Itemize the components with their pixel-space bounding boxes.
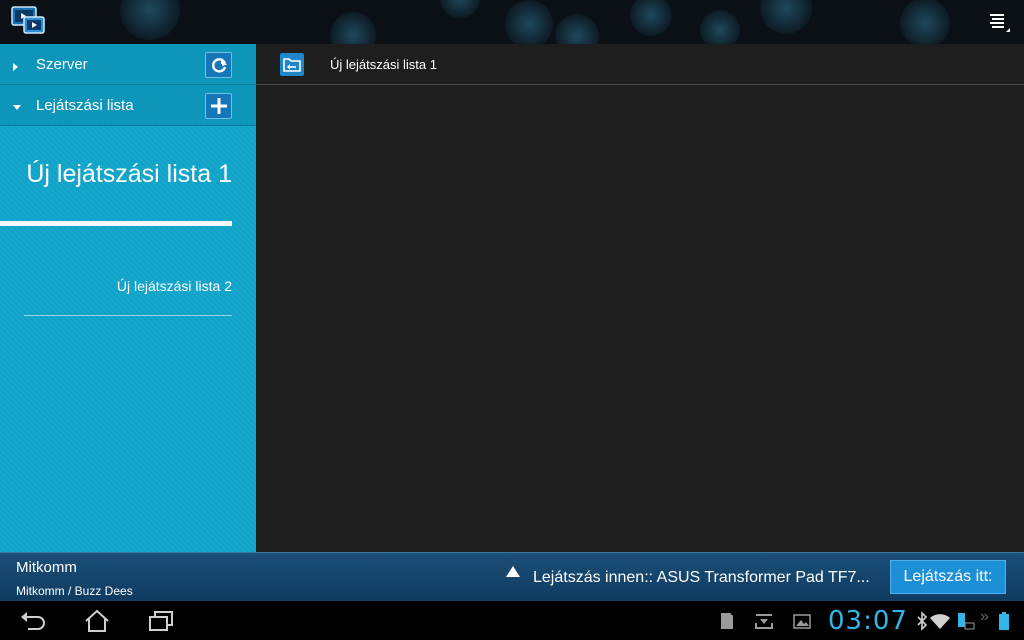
- system-bar: 03:07 »: [0, 601, 1024, 640]
- sidebar-section-label: Szerver: [36, 56, 88, 73]
- background-bokeh: [555, 14, 599, 44]
- playlist-item-label: Új lejátszási lista 2: [116, 278, 232, 294]
- now-playing-artist: Mitkomm / Buzz Dees: [16, 584, 133, 598]
- divider: [24, 315, 232, 316]
- playlist-item-label: Új lejátszási lista 1: [26, 160, 232, 188]
- chevron-right-icon: »: [980, 608, 989, 625]
- playlist-item[interactable]: Új lejátszási lista 2: [24, 266, 232, 316]
- page-title: Új lejátszási lista 1: [330, 57, 437, 72]
- playlist-item-selected[interactable]: Új lejátszási lista 1: [0, 154, 232, 226]
- background-bokeh: [700, 10, 740, 44]
- bluetooth-icon: [916, 611, 928, 631]
- overflow-menu-icon[interactable]: [986, 10, 1012, 34]
- refresh-icon[interactable]: [205, 52, 232, 78]
- back-icon[interactable]: [18, 608, 48, 634]
- play-source-label[interactable]: Lejátszás innen:: ASUS Transformer Pad T…: [533, 569, 870, 587]
- sd-card-icon: [716, 611, 736, 631]
- clock: 03:07: [828, 606, 908, 636]
- sidebar: Szerver Lejátszási lista Új lejátszási l…: [0, 44, 256, 552]
- play-to-button[interactable]: Lejátszás itt:: [890, 560, 1006, 594]
- sidebar-section-server[interactable]: Szerver: [0, 44, 256, 85]
- background-bokeh: [630, 0, 672, 36]
- background-bokeh: [120, 0, 180, 40]
- battery-icon: [998, 611, 1010, 631]
- download-icon: [754, 611, 774, 631]
- image-icon: [792, 611, 812, 631]
- media-player-icon[interactable]: [10, 5, 46, 37]
- add-icon[interactable]: [205, 93, 232, 119]
- expand-up-icon[interactable]: [505, 565, 521, 578]
- home-icon[interactable]: [82, 608, 112, 634]
- main-content: Új lejátszási lista 1: [256, 44, 1024, 552]
- sidebar-section-label: Lejátszási lista: [36, 97, 134, 114]
- background-bokeh: [505, 0, 553, 44]
- background-bokeh: [330, 12, 376, 44]
- background-bokeh: [440, 0, 480, 18]
- background-bokeh: [760, 0, 812, 34]
- now-playing-bar: Mitkomm Mitkomm / Buzz Dees Lejátszás in…: [0, 552, 1024, 601]
- collapse-arrow-icon: [12, 100, 21, 110]
- wifi-icon: [929, 611, 951, 631]
- now-playing-track[interactable]: Mitkomm: [16, 559, 77, 576]
- action-bar: [0, 0, 1024, 44]
- background-bokeh: [900, 0, 950, 44]
- selection-indicator: [0, 221, 232, 226]
- recent-apps-icon[interactable]: [146, 608, 176, 634]
- back-folder-icon[interactable]: [280, 53, 304, 76]
- content-header: Új lejátszási lista 1: [256, 44, 1024, 85]
- sidebar-section-playlist[interactable]: Lejátszási lista: [0, 85, 256, 126]
- keyboard-dock-battery-icon: [955, 611, 975, 631]
- expand-arrow-icon: [12, 59, 20, 71]
